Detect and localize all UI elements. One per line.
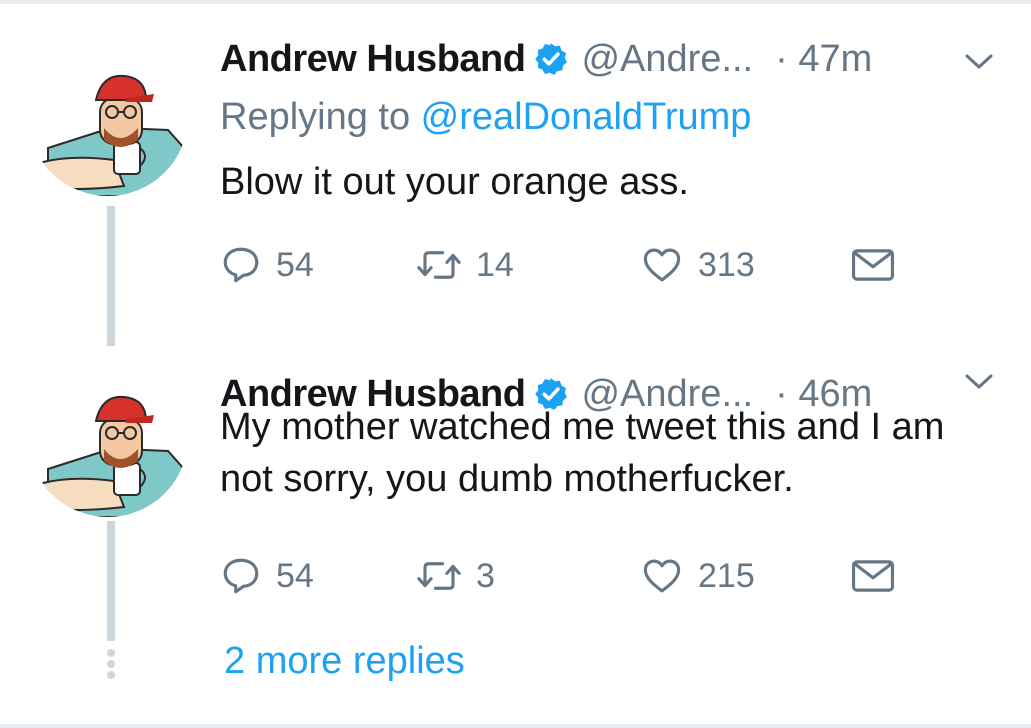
more-replies-link[interactable]: 2 more replies: [224, 640, 465, 683]
thread-line: [107, 521, 115, 641]
display-name[interactable]: Andrew Husband: [220, 38, 526, 81]
chevron-down-icon[interactable]: [962, 372, 996, 392]
retweet-icon: [417, 251, 461, 279]
like-button[interactable]: 215: [640, 551, 755, 601]
reply-icon: [223, 247, 259, 283]
thread-line: [107, 206, 115, 346]
like-count: 215: [698, 556, 755, 595]
bottom-divider: [0, 724, 1031, 728]
cartoon-man-avatar-icon: [34, 395, 185, 517]
reply-button[interactable]: 54: [220, 240, 314, 290]
direct-message-button[interactable]: [850, 551, 896, 601]
tweet-actions: 54 14 313: [220, 240, 940, 290]
tweet-text: Blow it out your orange ass.: [220, 161, 689, 203]
replying-to-label: Replying to: [220, 96, 421, 138]
reply-button[interactable]: 54: [220, 551, 314, 601]
like-button[interactable]: 313: [640, 240, 755, 290]
retweet-button[interactable]: 3: [416, 551, 495, 601]
chevron-down-icon[interactable]: [962, 52, 996, 72]
user-handle[interactable]: @Andre...: [581, 38, 753, 81]
verified-badge-icon: [535, 43, 568, 75]
tweet-text: My mother watched me tweet this and I am…: [220, 406, 945, 500]
reply-count: 54: [276, 245, 314, 284]
retweet-button[interactable]: 14: [416, 240, 514, 290]
tweet-actions: 54 3 215: [220, 551, 940, 601]
tweet[interactable]: Andrew Husband @Andre... · 46m My mother…: [0, 345, 1031, 645]
envelope-icon: [851, 249, 895, 281]
reply-count: 54: [276, 556, 314, 595]
replying-to: Replying to @realDonaldTrump: [220, 96, 751, 139]
mention-link[interactable]: @realDonaldTrump: [421, 96, 752, 138]
timestamp[interactable]: · 47m: [775, 38, 872, 81]
retweet-count: 3: [476, 556, 495, 595]
envelope-icon: [851, 560, 895, 592]
retweet-icon: [417, 562, 461, 590]
heart-icon: [643, 248, 681, 282]
retweet-count: 14: [476, 245, 514, 284]
direct-message-button[interactable]: [850, 240, 896, 290]
tweet-header: Andrew Husband @Andre... · 47m: [220, 34, 872, 84]
cartoon-man-avatar-icon: [34, 74, 185, 196]
avatar[interactable]: [28, 357, 188, 517]
like-count: 313: [698, 245, 755, 284]
avatar[interactable]: [28, 36, 188, 196]
thread-dots-icon: [107, 649, 115, 679]
heart-icon: [643, 559, 681, 593]
reply-icon: [223, 558, 259, 594]
tweet[interactable]: Andrew Husband @Andre... · 47m Replying …: [0, 0, 1031, 346]
